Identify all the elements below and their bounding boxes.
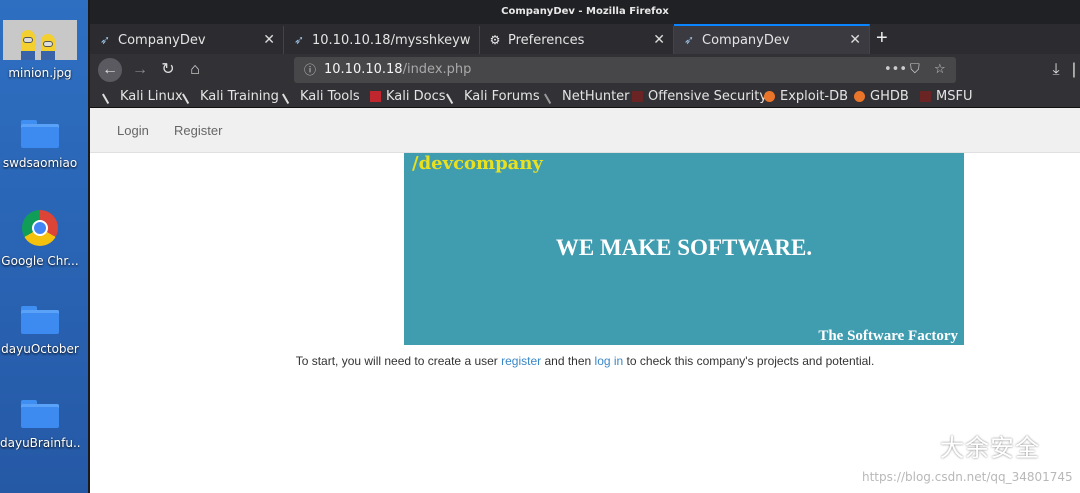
close-icon[interactable]: ✕ <box>263 32 275 48</box>
desktop-item-google-chrome[interactable]: Google Chr... <box>0 210 80 268</box>
wechat-icon <box>900 433 931 457</box>
bookmark-label: Kali Docs <box>386 89 446 104</box>
banner-headline: WE MAKE SOFTWARE. <box>555 235 813 260</box>
bookmark-label: NetHunter <box>562 89 630 104</box>
nethunter-icon <box>543 88 560 105</box>
bookmark-label: Kali Forums <box>464 89 540 104</box>
tab-preferences[interactable]: ⚙ Preferences ✕ <box>480 26 674 54</box>
desktop-item-dayubrainfu[interactable]: dayuBrainfu... <box>0 400 80 450</box>
firefox-window: CompanyDev - Mozilla Firefox ➶ CompanyDe… <box>88 0 1080 493</box>
feather-icon: ➶ <box>683 33 695 47</box>
desktop-item-label: minion.jpg <box>8 66 72 80</box>
navigation-bar: ← → ↻ ⌂ ⓘ 10.10.10.18/index.php ••• ⛉ ☆ … <box>90 54 1080 86</box>
close-icon[interactable]: ✕ <box>849 32 861 48</box>
watermark: 大余安全 <box>900 428 1040 463</box>
reload-button[interactable]: ↻ <box>156 58 180 82</box>
desktop-item-label: dayuOctober <box>1 342 79 356</box>
bookmark-label: Kali Training <box>200 89 279 104</box>
intro-text: To start, you will need to create a user… <box>90 354 1080 368</box>
feather-icon: ➶ <box>293 33 305 47</box>
bookmarks-toolbar: Kali Linux Kali Training Kali Tools Kali… <box>90 86 1080 108</box>
bookmark-ghdb[interactable]: GHDB <box>854 89 909 104</box>
brand-text: /devcompany <box>412 153 543 174</box>
desktop-item-label: dayuBrainfu... <box>0 436 80 450</box>
intro-part: to check this company's projects and pot… <box>623 354 875 368</box>
ghdb-icon <box>854 91 865 102</box>
banner-tagline: The Software Factory <box>818 328 958 344</box>
url-path: /index.php <box>402 62 472 77</box>
chrome-icon <box>22 210 58 246</box>
site-navbar: Login Register <box>90 108 1080 153</box>
desktop: minion.jpg swdsaomiao Google Chr... dayu… <box>0 0 88 493</box>
kali-icon <box>445 88 462 105</box>
window-title: CompanyDev - Mozilla Firefox <box>90 0 1080 24</box>
kali-icon <box>101 88 118 105</box>
desktop-item-dayuoctober[interactable]: dayuOctober <box>0 306 80 356</box>
watermark-url: https://blog.csdn.net/qq_34801745 <box>862 470 1073 484</box>
tab-companydev-1[interactable]: ➶ CompanyDev ✕ <box>90 26 284 54</box>
bookmark-kali-training[interactable]: Kali Training <box>181 88 279 105</box>
kali-icon <box>281 88 298 105</box>
offsec-icon <box>632 91 643 102</box>
kali-docs-icon <box>370 91 381 102</box>
url-host: 10.10.10.18 <box>324 62 403 77</box>
intro-part: To start, you will need to create a user <box>295 354 502 368</box>
bookmark-label: Offensive Security <box>648 89 768 104</box>
intro-part: and then <box>541 354 595 368</box>
info-icon[interactable]: ⓘ <box>304 57 316 83</box>
tab-companydev-active[interactable]: ➶ CompanyDev ✕ <box>674 24 870 54</box>
login-inline-link[interactable]: log in <box>595 354 624 368</box>
watermark-title: 大余安全 <box>940 434 1040 462</box>
tab-label: 10.10.10.18/mysshkeyw <box>312 32 471 48</box>
gear-icon: ⚙ <box>489 33 501 47</box>
pocket-icon[interactable]: ⛉ <box>910 57 920 83</box>
bookmark-kali-tools[interactable]: Kali Tools <box>281 88 360 105</box>
desktop-item-label: Google Chr... <box>1 254 79 268</box>
bookmark-label: MSFU <box>936 89 973 104</box>
back-button[interactable]: ← <box>98 58 122 82</box>
url-bar[interactable]: ⓘ 10.10.10.18/index.php ••• ⛉ ☆ <box>294 57 956 83</box>
folder-icon <box>21 400 59 428</box>
download-icon[interactable]: ⤓ <box>1044 58 1068 82</box>
bookmark-exploit-db[interactable]: Exploit-DB <box>764 89 848 104</box>
bookmark-kali-linux[interactable]: Kali Linux <box>101 88 183 105</box>
bookmark-offensive-security[interactable]: Offensive Security <box>632 89 767 104</box>
folder-icon <box>21 306 59 334</box>
tab-label: CompanyDev <box>118 32 206 48</box>
bookmark-label: Kali Linux <box>120 89 183 104</box>
tab-mysshkey[interactable]: ➶ 10.10.10.18/mysshkeyw <box>284 26 480 54</box>
bookmark-kali-forums[interactable]: Kali Forums <box>445 88 540 105</box>
tab-label: Preferences <box>508 32 585 48</box>
close-icon[interactable]: ✕ <box>653 32 665 48</box>
register-link[interactable]: Register <box>174 123 222 138</box>
hero-banner: /devcompany WE MAKE SOFTWARE. The Softwa… <box>404 153 964 345</box>
tab-label: CompanyDev <box>702 32 790 48</box>
home-button[interactable]: ⌂ <box>183 58 207 82</box>
desktop-item-swdsaomiao[interactable]: swdsaomiao <box>0 120 80 170</box>
bookmark-star-icon[interactable]: ☆ <box>934 57 946 83</box>
kali-icon <box>181 88 198 105</box>
minion-thumbnail <box>3 20 77 60</box>
folder-icon <box>21 120 59 148</box>
desktop-item-label: swdsaomiao <box>2 156 78 170</box>
msfu-icon <box>920 91 931 102</box>
bookmark-label: GHDB <box>870 89 909 104</box>
forward-button[interactable]: → <box>128 58 152 82</box>
desktop-item-minion[interactable]: minion.jpg <box>0 20 80 80</box>
page-actions-icon[interactable]: ••• <box>884 57 907 83</box>
bookmark-label: Exploit-DB <box>780 89 849 104</box>
bookmark-msfu[interactable]: MSFU <box>920 89 972 104</box>
feather-icon: ➶ <box>99 33 111 47</box>
bookmark-label: Kali Tools <box>300 89 360 104</box>
new-tab-button[interactable]: + <box>876 28 888 48</box>
library-icon[interactable]: | <box>1068 58 1080 82</box>
login-link[interactable]: Login <box>117 123 149 138</box>
register-inline-link[interactable]: register <box>501 354 541 368</box>
exploit-db-icon <box>764 91 775 102</box>
bookmark-kali-docs[interactable]: Kali Docs <box>370 89 446 104</box>
bookmark-nethunter[interactable]: NetHunter <box>543 88 630 105</box>
tab-bar: ➶ CompanyDev ✕ ➶ 10.10.10.18/mysshkeyw ⚙… <box>90 24 1080 54</box>
